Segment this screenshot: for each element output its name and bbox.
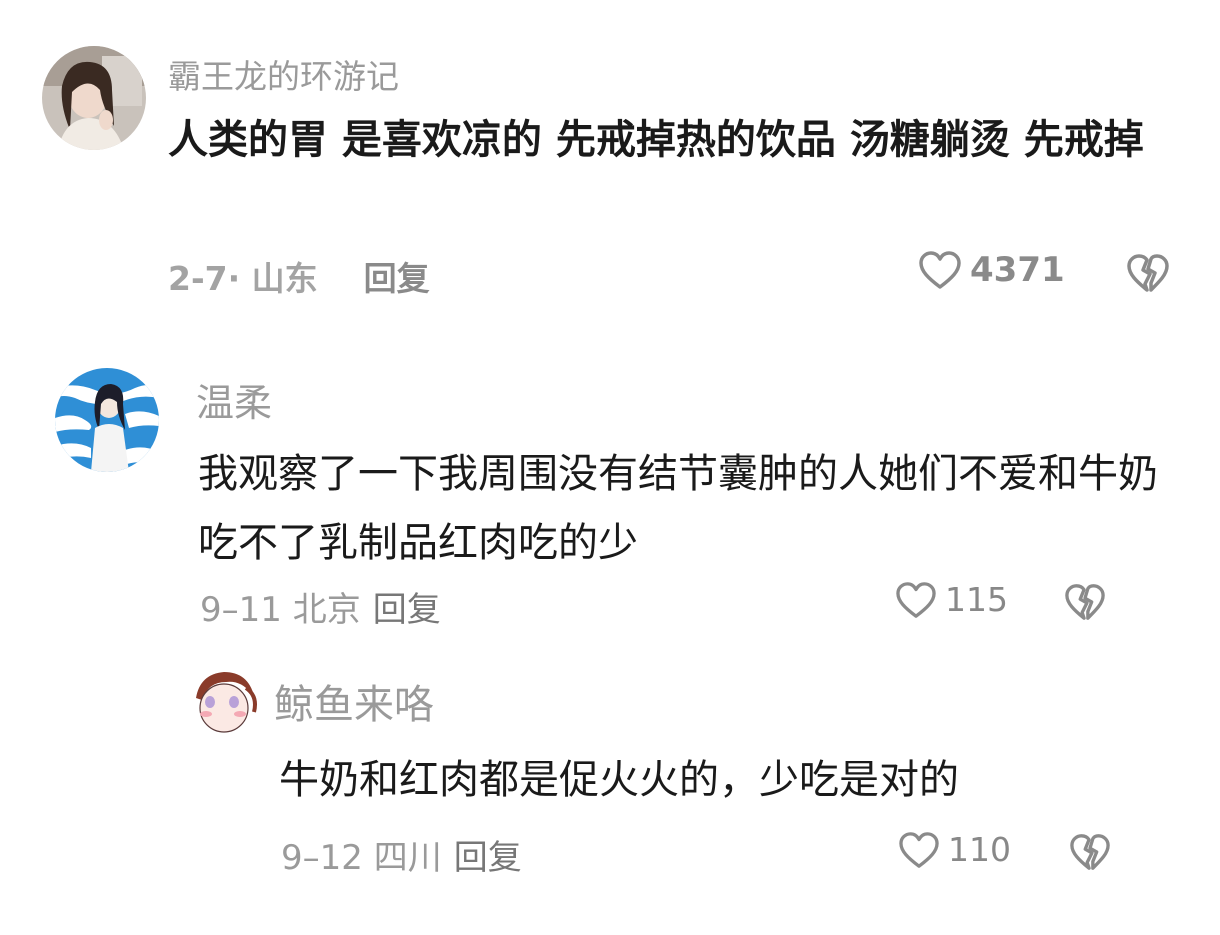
like-count: 4371 [970,250,1065,290]
broken-heart-icon [1069,832,1111,872]
dislike-button[interactable] [1126,252,1170,294]
avatar[interactable] [190,668,260,738]
reply-button[interactable]: 回复 [454,838,522,878]
comment-date-location: 2-7· 山东 [168,259,318,298]
like-button[interactable]: 4371 [918,250,1065,290]
like-button[interactable]: 115 [895,580,1008,619]
like-count: 115 [945,580,1008,619]
comment-text: 牛奶和红肉都是促火火的，少吃是对的 [279,757,959,803]
heart-outline-icon [898,831,940,869]
like-count: 110 [948,830,1011,869]
broken-heart-icon [1126,252,1170,294]
avatar[interactable] [55,368,159,472]
comment-meta: 2-7· 山东 回复 [168,252,430,300]
comment-text: 人类的胃 是喜欢凉的 先戒掉热的饮品 汤糖躺烫 先戒掉 [168,117,1144,163]
comment-meta: 9–11 北京 回复 [200,582,441,631]
comment-meta: 9–12 四川 回复 [281,830,522,879]
like-button[interactable]: 110 [898,830,1011,869]
avatar[interactable] [42,46,146,150]
reply-button[interactable]: 回复 [364,259,430,298]
dislike-button[interactable] [1069,832,1111,872]
heart-outline-icon [895,581,937,619]
comment-text: 我观察了一下我周围没有结节囊肿的人她们不爱和牛奶吃不了乳制品红肉吃的少 [198,451,1158,566]
reply-button[interactable]: 回复 [373,590,441,630]
comment-username[interactable]: 温柔 [196,372,272,427]
comment-username[interactable]: 鲸鱼来咯 [274,672,434,730]
comment-date-location: 9–11 北京 [200,590,361,630]
comment-username[interactable]: 霸王龙的环游记 [168,50,399,98]
heart-outline-icon [918,250,962,290]
dislike-button[interactable] [1064,582,1106,622]
comment-date-location: 9–12 四川 [281,838,442,878]
broken-heart-icon [1064,582,1106,622]
